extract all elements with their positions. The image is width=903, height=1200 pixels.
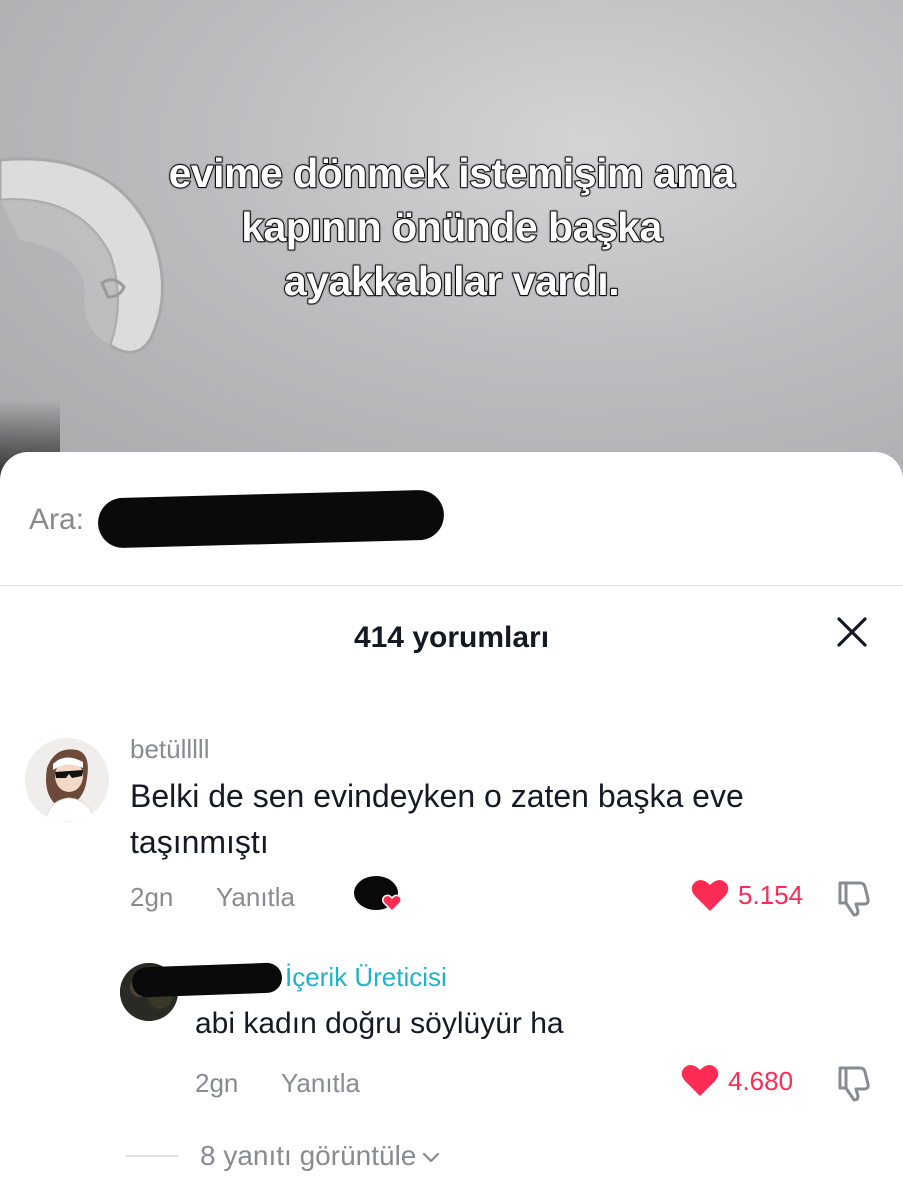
search-suggestion[interactable]: Ara: bbox=[29, 500, 84, 540]
view-replies-label: 8 yanıtı görüntüle bbox=[200, 1140, 417, 1171]
small-heart-icon bbox=[382, 894, 402, 912]
comment-time: 2gn bbox=[130, 882, 174, 912]
view-replies-button[interactable]: 8 yanıtı görüntüle bbox=[200, 1138, 440, 1174]
divider bbox=[0, 585, 903, 586]
reply-text: abi kadın doğru söylüyür ha bbox=[195, 1007, 564, 1040]
avatar-illustration bbox=[25, 738, 109, 822]
comment-text: Belki de sen evindeyken o zaten başka ev… bbox=[130, 778, 744, 860]
heart-icon[interactable] bbox=[680, 1062, 720, 1098]
heart-icon[interactable] bbox=[690, 877, 730, 913]
dislike-icon[interactable] bbox=[834, 1062, 874, 1102]
replies-divider bbox=[126, 1155, 178, 1157]
creator-badge: İçerik Üreticisi bbox=[285, 962, 447, 992]
caption-line-2: kapının önünde başka bbox=[240, 203, 663, 251]
reply-like-count: 4.680 bbox=[728, 1066, 794, 1096]
video-background[interactable]: evime dönmek istemişim ama kapının önünd… bbox=[0, 0, 903, 480]
avatar[interactable] bbox=[25, 738, 109, 822]
comments-count-title: 414 yorumları bbox=[353, 621, 550, 654]
like-count: 5.154 bbox=[738, 880, 804, 910]
reply-time: 2gn bbox=[195, 1068, 239, 1098]
comment-username[interactable]: betülllll bbox=[130, 732, 210, 766]
reply-reply-button[interactable]: Yanıtla bbox=[281, 1066, 360, 1100]
redaction-mark bbox=[131, 962, 283, 998]
redaction-mark bbox=[97, 489, 445, 549]
search-prefix: Ara: bbox=[29, 503, 85, 536]
dislike-icon[interactable] bbox=[834, 877, 874, 917]
reply-button[interactable]: Yanıtla bbox=[216, 880, 295, 914]
chevron-down-icon bbox=[423, 1152, 440, 1162]
liked-by-creator-avatar bbox=[354, 876, 402, 914]
caption-line-3: ayakkabılar vardı. bbox=[283, 257, 621, 305]
video-caption: evime dönmek istemişim ama kapının önünd… bbox=[0, 146, 903, 308]
caption-line-1: evime dönmek istemişim ama bbox=[168, 149, 736, 197]
close-icon[interactable] bbox=[834, 614, 870, 650]
